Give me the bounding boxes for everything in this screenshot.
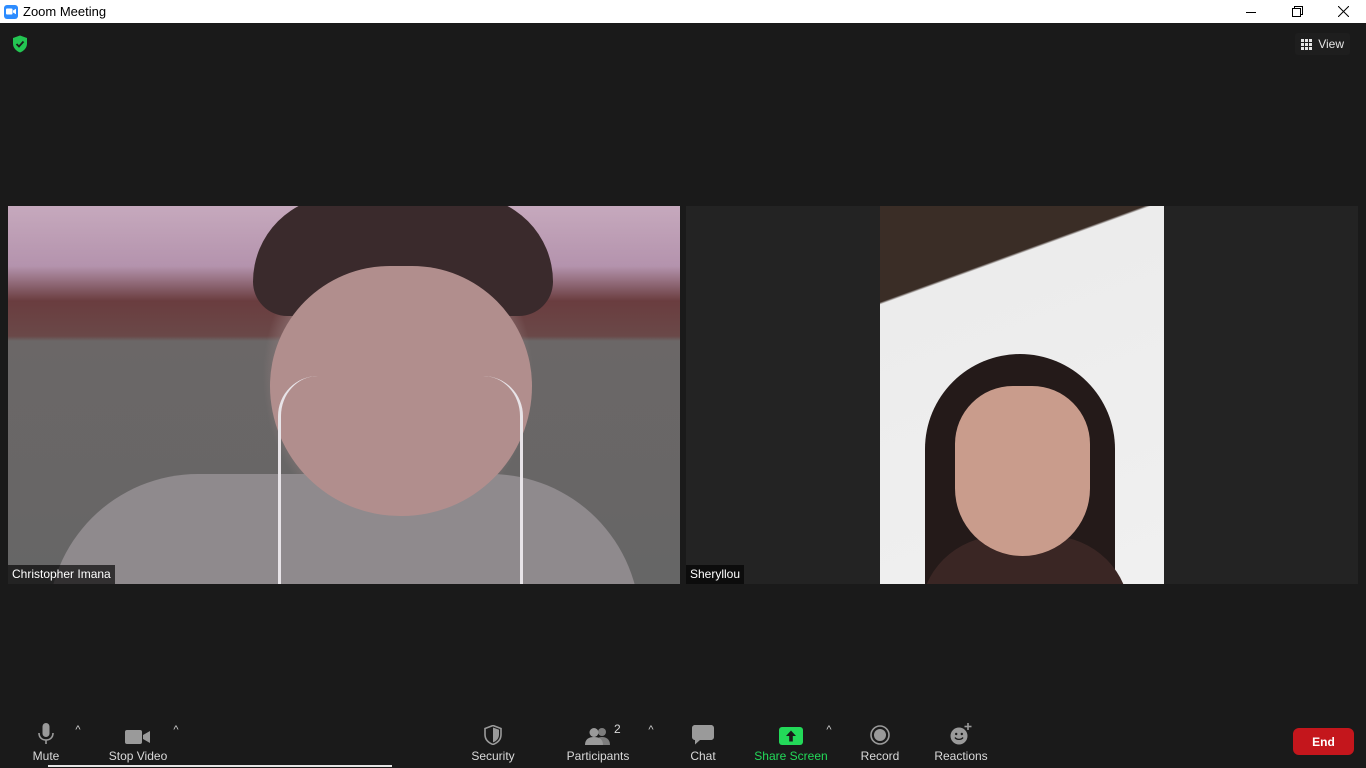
view-label: View (1318, 37, 1344, 51)
view-button[interactable]: View (1295, 33, 1350, 55)
share-screen-icon (779, 727, 803, 745)
grid-icon (1301, 38, 1313, 50)
meeting-area: View Christopher Imana Sheryllou (0, 23, 1366, 768)
mute-label: Mute (32, 749, 60, 763)
participants-options-caret[interactable]: ^ (644, 724, 658, 736)
window-controls (1228, 0, 1366, 23)
video-tile-christopher[interactable]: Christopher Imana (8, 206, 680, 584)
meeting-toolbar: Mute ^ Stop Video ^ Security Participant… (0, 717, 1366, 768)
chat-button[interactable]: Chat (685, 717, 721, 768)
participant-video (880, 206, 1164, 584)
security-button[interactable]: Security (466, 717, 520, 768)
participants-count: 2 (614, 722, 621, 736)
share-screen-label: Share Screen (754, 749, 828, 763)
zoom-app-icon (4, 4, 18, 19)
close-icon[interactable] (1320, 0, 1366, 23)
video-tile-sheryllou[interactable]: Sheryllou (686, 206, 1358, 584)
record-button[interactable]: Record (858, 717, 902, 768)
participant-video (8, 206, 680, 584)
end-meeting-button[interactable]: End (1293, 728, 1354, 755)
participants-icon (585, 728, 610, 745)
window-title: Zoom Meeting (23, 4, 107, 19)
audio-options-caret[interactable]: ^ (71, 724, 85, 736)
restore-icon[interactable] (1274, 0, 1320, 23)
participant-name-tag: Christopher Imana (8, 565, 115, 584)
reactions-label: Reactions (934, 749, 988, 763)
chat-bubble-icon (692, 725, 714, 745)
participant-name-tag: Sheryllou (686, 565, 745, 584)
bottom-bar-indicator (48, 765, 392, 767)
encryption-shield-icon[interactable] (12, 35, 28, 53)
minimize-icon[interactable] (1228, 0, 1274, 23)
reactions-button[interactable]: Reactions (932, 717, 990, 768)
video-options-caret[interactable]: ^ (169, 724, 183, 736)
security-label: Security (471, 749, 515, 763)
share-options-caret[interactable]: ^ (822, 724, 836, 736)
security-shield-icon (484, 725, 502, 745)
video-camera-icon (125, 730, 150, 744)
chat-label: Chat (690, 749, 716, 763)
reactions-emoji-icon (950, 723, 972, 745)
share-screen-button[interactable]: Share Screen (754, 717, 828, 768)
record-label: Record (860, 749, 900, 763)
record-icon (870, 725, 890, 745)
mute-button[interactable]: Mute (28, 717, 64, 768)
title-bar: Zoom Meeting (0, 0, 1366, 23)
participants-button[interactable]: Participants (564, 717, 632, 768)
microphone-icon (38, 723, 54, 744)
stop-video-button[interactable]: Stop Video (104, 717, 172, 768)
participants-label: Participants (566, 749, 630, 763)
stop-video-label: Stop Video (108, 749, 168, 763)
